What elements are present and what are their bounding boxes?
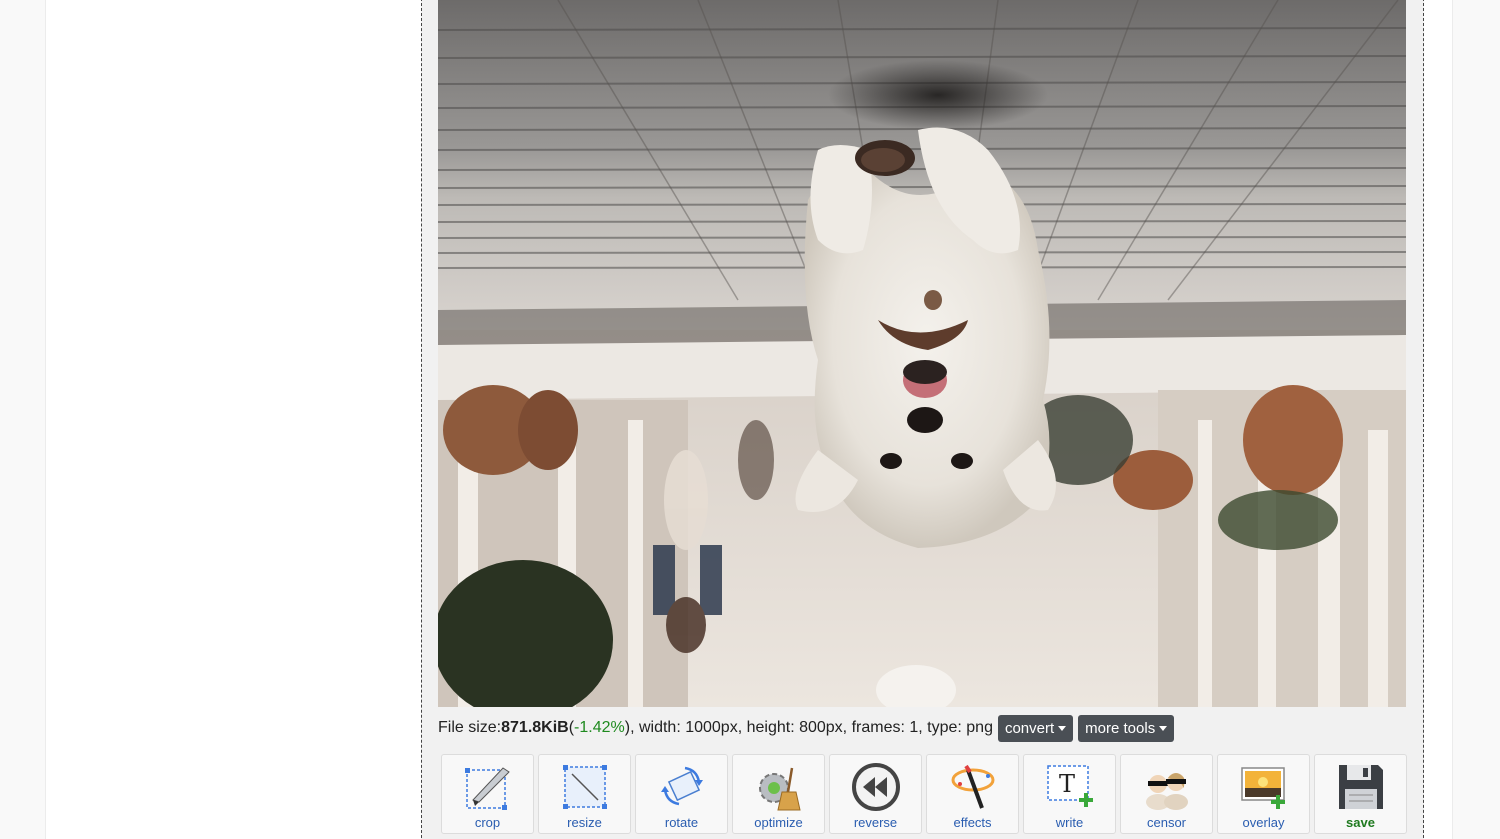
- tool-optimize-button[interactable]: optimize: [732, 754, 825, 834]
- tool-effects-button[interactable]: effects: [926, 754, 1019, 834]
- tool-censor-button[interactable]: censor: [1120, 754, 1213, 834]
- tool-label: crop: [474, 815, 501, 830]
- censor-icon: [1140, 760, 1194, 814]
- file-info-details: ), width: 1000px, height: 800px, frames:…: [624, 719, 993, 736]
- upside-down-dog-photo: [438, 0, 1406, 707]
- size-change-percent: -1.42%: [574, 719, 625, 736]
- caret-down-icon: [1159, 725, 1168, 731]
- write-icon: T: [1043, 760, 1097, 814]
- rotate-icon: [655, 760, 709, 814]
- tool-label: resize: [567, 815, 602, 830]
- tool-crop-button[interactable]: crop: [441, 754, 534, 834]
- convert-label: convert: [1004, 719, 1055, 737]
- resize-icon: [558, 760, 612, 814]
- effects-icon: [946, 760, 1000, 814]
- more-tools-dropdown-button[interactable]: more tools: [1078, 714, 1175, 742]
- tool-label: write: [1055, 815, 1084, 830]
- reverse-icon: [849, 760, 903, 814]
- tool-label: overlay: [1242, 815, 1285, 830]
- svg-text:T: T: [1059, 770, 1075, 798]
- more-tools-label: more tools: [1085, 719, 1156, 737]
- tool-label: effects: [953, 815, 992, 830]
- tool-save-button[interactable]: save: [1314, 754, 1407, 834]
- tool-overlay-button[interactable]: overlay: [1217, 754, 1310, 834]
- tool-write-button[interactable]: T write: [1023, 754, 1116, 834]
- page-margin-left: [0, 0, 46, 839]
- file-size-value: 871.8KiB: [501, 719, 569, 736]
- tool-toolbar: crop resize rotate optimize reverse effe…: [441, 754, 1407, 839]
- tool-resize-button[interactable]: resize: [538, 754, 631, 834]
- tool-reverse-button[interactable]: reverse: [829, 754, 922, 834]
- page-margin-right: [1452, 0, 1500, 839]
- tool-label: optimize: [754, 815, 803, 830]
- crop-icon: [461, 760, 515, 814]
- caret-down-icon: [1058, 725, 1067, 731]
- edited-image: [438, 0, 1406, 707]
- tool-label: reverse: [853, 815, 898, 830]
- tool-label: save: [1346, 815, 1375, 830]
- tool-label: rotate: [664, 815, 699, 830]
- optimize-icon: [752, 760, 806, 814]
- convert-dropdown-button[interactable]: convert: [997, 714, 1074, 742]
- file-info-prefix: File size:: [438, 719, 502, 736]
- file-info-line: File size: 871.8KiB ( -1.42% ), width: 1…: [438, 714, 1175, 742]
- tool-label: censor: [1146, 815, 1187, 830]
- tool-rotate-button[interactable]: rotate: [635, 754, 728, 834]
- overlay-icon: [1237, 760, 1291, 814]
- save-icon: [1334, 760, 1388, 814]
